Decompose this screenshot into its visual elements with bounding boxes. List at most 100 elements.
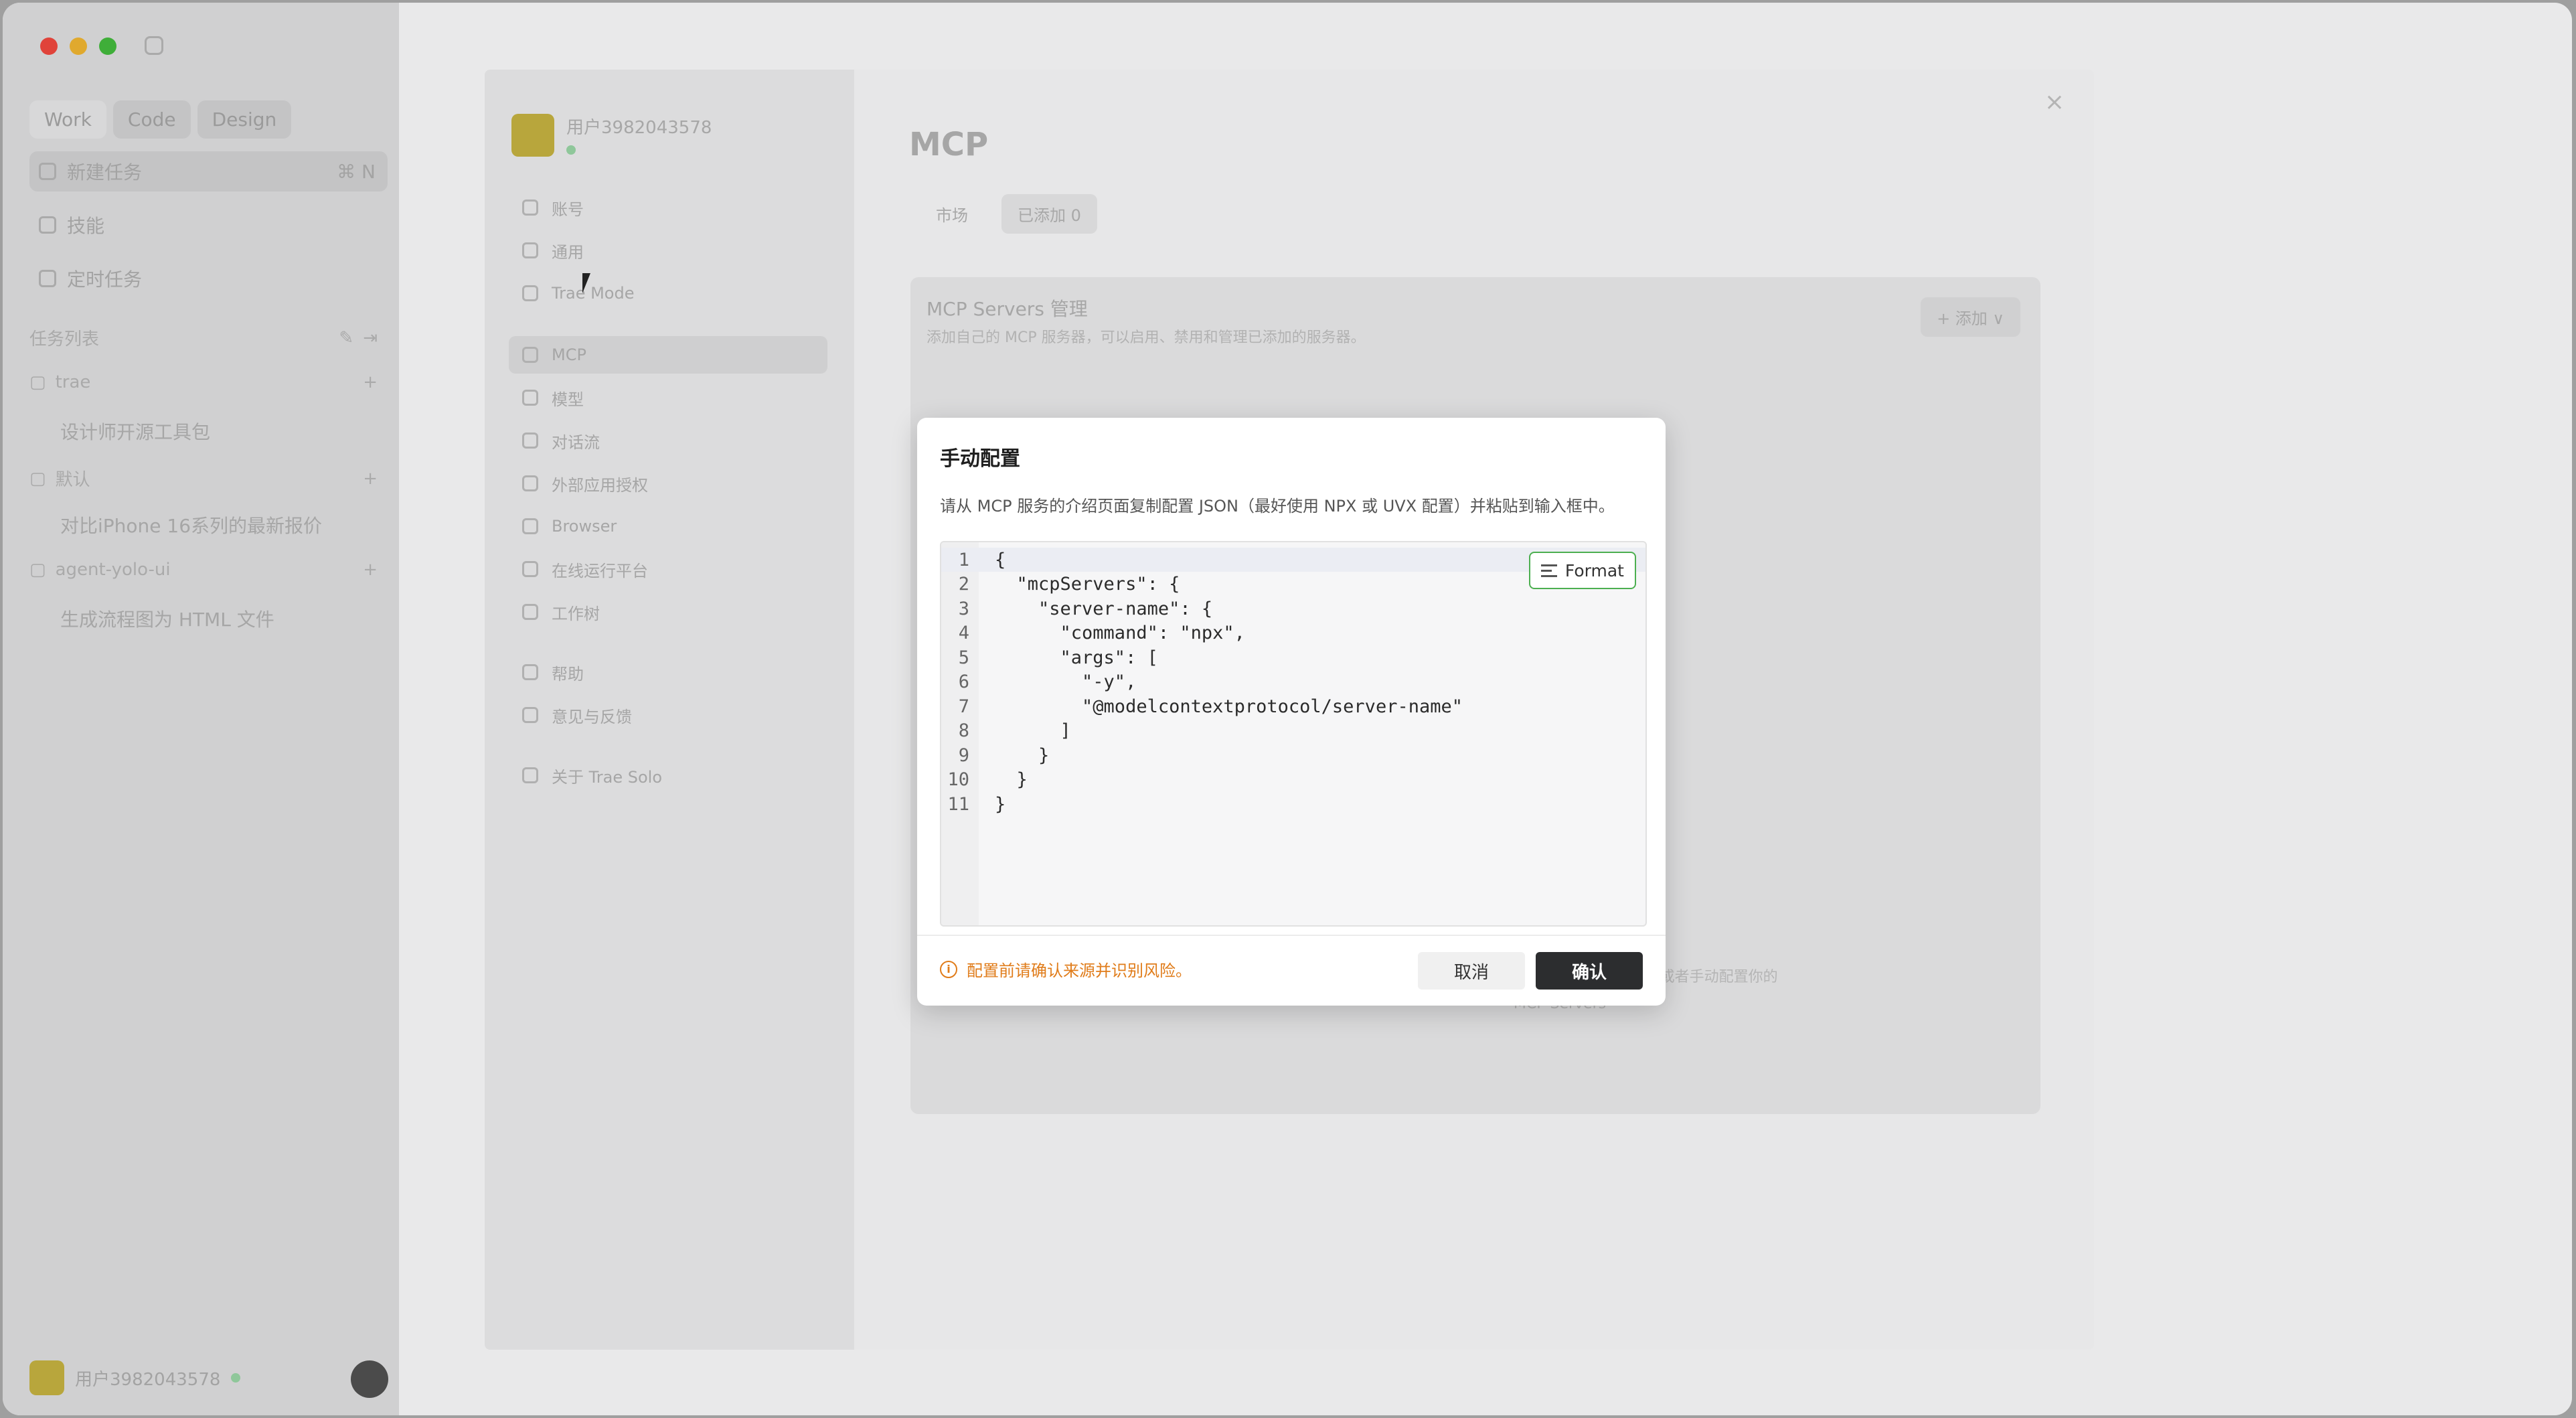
new-task-button[interactable]: 新建任务 ⌘ N [29,151,388,191]
nav-feedback[interactable]: 意见与反馈 [509,696,827,734]
code-line[interactable]: 11} [941,792,1645,816]
avatar [511,114,554,157]
code-line[interactable]: 5 "args": [ [941,645,1645,669]
user-profile[interactable]: 用户3982043578 [29,1360,241,1395]
browser-icon [522,518,538,534]
line-number: 6 [958,672,969,692]
nav-trae-mode[interactable]: Trae Mode [509,274,827,312]
tab-market[interactable]: 市场 [920,194,984,234]
group-trae[interactable]: ▢ trae + [29,372,378,392]
account-icon [522,200,538,216]
line-number: 9 [958,744,969,766]
nav-conversation[interactable]: 对话流 [509,422,827,459]
edit-icon[interactable]: ✎ [339,328,353,348]
user-name: 用户3982043578 [75,1369,221,1390]
nav-external-auth[interactable]: 外部应用授权 [509,465,827,502]
add-task-icon[interactable]: + [363,372,378,392]
new-task-label: 新建任务 [67,161,143,183]
dialog-description: 请从 MCP 服务的介绍页面复制配置 JSON（最好使用 NPX 或 UVX 配… [940,497,1615,516]
skills-button[interactable]: 技能 [29,205,388,245]
code-text: } [995,744,1050,766]
line-number: 1 [958,549,969,570]
nav-mcp[interactable]: MCP [509,336,827,374]
maximize-window-button[interactable] [99,37,116,55]
code-line[interactable]: 10 } [941,768,1645,792]
nav-online-runtime[interactable]: 在线运行平台 [509,550,827,588]
code-text: ] [995,720,1071,741]
code-text: { [995,549,1006,570]
line-number: 10 [947,769,969,790]
box-subtitle: 添加自己的 MCP 服务器，可以启用、禁用和管理已添加的服务器。 [927,329,1366,346]
close-window-button[interactable] [40,37,58,55]
group-label: trae [55,372,91,392]
warning-text: 配置前请确认来源并识别风险。 [967,961,1192,980]
json-editor[interactable]: 1{2 "mcpServers": {3 "server-name": {4 "… [940,541,1647,927]
runtime-icon [522,561,538,577]
scheduled-tasks-button[interactable]: 定时任务 [29,258,388,299]
align-left-icon [1540,564,1557,577]
dialog-footer: i 配置前请确认来源并识别风险。 取消 确认 [917,935,1666,1006]
code-line[interactable]: 4 "command": "npx", [941,621,1645,645]
format-button[interactable]: Format [1528,552,1636,589]
task-item[interactable]: 对比iPhone 16系列的最新报价 [60,511,322,538]
group-agent-yolo-ui[interactable]: ▢ agent-yolo-ui + [29,560,378,580]
online-status-icon [566,145,576,155]
code-line[interactable]: 8 ] [941,719,1645,743]
nav-general[interactable]: 通用 [509,232,827,269]
skills-label: 技能 [67,215,105,237]
nav-about[interactable]: 关于 Trae Solo [509,757,827,794]
info-icon [522,767,538,783]
nav-worktree[interactable]: 工作树 [509,593,827,631]
add-server-button[interactable]: + 添加 ∨ [1921,297,2020,337]
task-item[interactable]: 设计师开源工具包 [60,418,210,445]
tab-code[interactable]: Code [112,100,191,139]
feedback-icon [522,707,538,723]
sidebar-toggle-icon[interactable] [145,36,163,55]
online-status-icon [231,1373,241,1383]
line-number: 5 [958,647,969,668]
dialog-title: 手动配置 [940,447,1020,471]
settings-nav: 用户3982043578 账号 通用 Trae Mode MCP 模型 对话流 … [485,70,854,1350]
nav-label: 账号 [552,200,584,219]
nav-models[interactable]: 模型 [509,379,827,416]
tab-work[interactable]: Work [29,100,106,139]
skills-icon [39,216,56,234]
task-item[interactable]: 生成流程图为 HTML 文件 [60,605,274,632]
code-text: "command": "npx", [995,623,1245,643]
new-task-shortcut: ⌘ N [337,160,376,183]
confirm-button[interactable]: 确认 [1536,952,1643,990]
line-number: 2 [958,574,969,595]
task-list-header: 任务列表 ✎ ⇥ [29,325,378,350]
code-text: } [995,793,1006,815]
nav-help[interactable]: 帮助 [509,653,827,691]
group-default[interactable]: ▢ 默认 + [29,466,378,491]
settings-user: 用户3982043578 [511,114,712,157]
collapse-icon[interactable]: ⇥ [363,328,378,348]
nav-browser[interactable]: Browser [509,507,827,545]
gear-icon [522,242,538,258]
scheduled-tasks-label: 定时任务 [67,268,143,291]
code-text: "@modelcontextprotocol/server-name" [995,696,1463,717]
task-list-title: 任务列表 [29,329,100,349]
theme-toggle-button[interactable] [351,1360,388,1398]
nav-account[interactable]: 账号 [509,189,827,226]
code-line[interactable]: 9 } [941,743,1645,767]
minimize-window-button[interactable] [70,37,87,55]
code-text: "-y", [995,672,1137,692]
folder-icon: ▢ [29,372,46,392]
add-task-icon[interactable]: + [363,469,378,489]
code-line[interactable]: 6 "-y", [941,670,1645,694]
code-line[interactable]: 7 "@modelcontextprotocol/server-name" [941,694,1645,718]
nav-label: 通用 [552,242,584,262]
settings-user-name: 用户3982043578 [566,118,712,138]
add-task-icon[interactable]: + [363,560,378,580]
cancel-button[interactable]: 取消 [1418,952,1525,990]
folder-icon: ▢ [29,560,46,580]
tab-added[interactable]: 已添加 0 [1001,194,1097,234]
tab-design[interactable]: Design [197,100,292,139]
code-line[interactable]: 3 "server-name": { [941,597,1645,621]
mode-tabs: Work Code Design [29,100,292,139]
risk-warning: i 配置前请确认来源并识别风险。 [940,957,1192,981]
close-icon[interactable]: × [2044,88,2065,116]
page-title: MCP [909,126,989,163]
